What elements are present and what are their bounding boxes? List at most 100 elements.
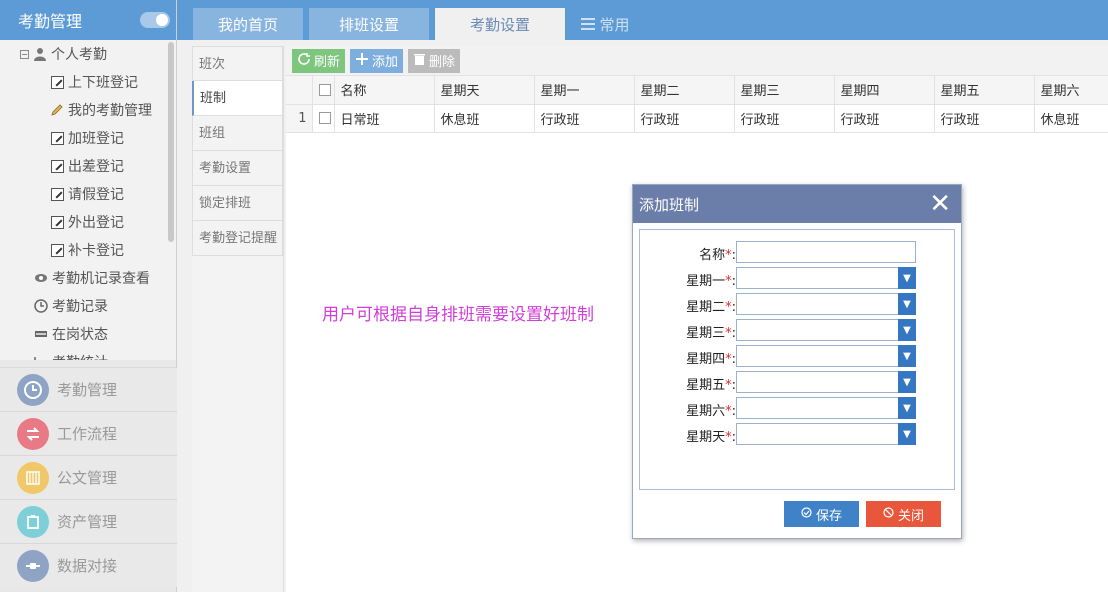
- table-cell: 休息班: [1034, 104, 1108, 133]
- column-header[interactable]: 星期三: [734, 76, 835, 105]
- column-header[interactable]: 名称: [334, 76, 435, 105]
- monday-select[interactable]: ▼: [736, 267, 916, 289]
- chevron-down-icon[interactable]: ▼: [898, 371, 916, 393]
- form-row-wednesday: 星期三*: ▼: [640, 319, 956, 341]
- sidebar-toggle[interactable]: [140, 12, 170, 28]
- column-header[interactable]: 星期六: [1034, 76, 1108, 105]
- wednesday-select[interactable]: ▼: [736, 319, 916, 341]
- settings-menu: 班次 班制 班组 考勤设置 锁定排班 考勤登记提醒: [192, 46, 284, 592]
- delete-button[interactable]: 删除: [408, 48, 461, 73]
- module-label: 工作流程: [57, 425, 118, 443]
- module-documents[interactable]: 公文管理: [0, 455, 177, 499]
- tree-item-label: 上下班登记: [68, 75, 138, 91]
- menu-item-shift-system[interactable]: 班制: [192, 81, 283, 116]
- tuesday-select[interactable]: ▼: [736, 293, 916, 315]
- collapse-icon[interactable]: −: [20, 49, 29, 59]
- select-all-checkbox-cell[interactable]: [312, 76, 335, 105]
- chevron-down-icon[interactable]: ▼: [898, 397, 916, 419]
- tree-item-onduty-status[interactable]: 在岗状态: [0, 320, 176, 348]
- menu-item-shift[interactable]: 班次: [192, 46, 283, 81]
- close-icon[interactable]: ✕: [929, 191, 951, 217]
- tree-item-label: 加班登记: [68, 131, 124, 147]
- thursday-select[interactable]: ▼: [736, 345, 916, 367]
- tree-item-attendance-stats[interactable]: 考勤统计: [0, 348, 176, 360]
- tree-item-leave[interactable]: 请假登记: [0, 180, 176, 208]
- tree-item-business-trip[interactable]: 出差登记: [0, 152, 176, 180]
- tree-item-clock-in[interactable]: 上下班登记: [0, 68, 176, 96]
- tab-schedule-settings[interactable]: 排班设置: [309, 8, 429, 40]
- table-cell: 行政班: [734, 104, 835, 133]
- menu-item-shift-group[interactable]: 班组: [192, 116, 283, 151]
- row-checkbox-cell[interactable]: [312, 104, 335, 133]
- edit-icon: [50, 131, 64, 145]
- ban-icon: [883, 506, 894, 522]
- tree-item-label: 外出登记: [68, 215, 124, 231]
- module-workflow[interactable]: 工作流程: [0, 411, 177, 455]
- column-header[interactable]: 星期四: [834, 76, 935, 105]
- field-label: 星期四*:: [686, 352, 736, 367]
- refresh-button[interactable]: 刷新: [292, 48, 346, 73]
- menu-item-attendance-settings[interactable]: 考勤设置: [192, 151, 283, 186]
- module-data-integration[interactable]: 数据对接: [0, 543, 177, 587]
- chart-icon: [34, 355, 48, 360]
- table-header-row: 名称 星期天 星期一 星期二 星期三 星期四 星期五 星期六: [286, 76, 1108, 105]
- tab-home[interactable]: 我的首页: [193, 8, 303, 40]
- chevron-down-icon[interactable]: ▼: [898, 423, 916, 445]
- menu-item-lock-schedule[interactable]: 锁定排班: [192, 186, 283, 221]
- edit-icon: [50, 215, 64, 229]
- rownum-header: [286, 76, 313, 105]
- form-row-monday: 星期一*: ▼: [640, 267, 956, 289]
- friday-select[interactable]: ▼: [736, 371, 916, 393]
- select-all-checkbox[interactable]: [318, 83, 331, 96]
- form-row-name: 名称*:: [640, 241, 956, 263]
- field-label: 星期一*:: [686, 274, 736, 289]
- plus-icon: [355, 52, 369, 70]
- column-header[interactable]: 星期五: [934, 76, 1035, 105]
- add-shift-system-dialog: 添加班制 ✕ 名称*: 星期一*: ▼ 星期二*: ▼ 星期三*: ▼ 星期四*…: [632, 184, 962, 539]
- workflow-icon: [17, 417, 49, 450]
- form-row-friday: 星期五*: ▼: [640, 371, 956, 393]
- row-checkbox[interactable]: [318, 112, 331, 124]
- edit-icon: [50, 75, 64, 89]
- tree-item-machine-records[interactable]: 考勤机记录查看: [0, 264, 176, 292]
- tree-item-label: 出差登记: [68, 159, 124, 175]
- plug-icon: [17, 549, 49, 582]
- tree-node-personal-attendance[interactable]: − 个人考勤: [0, 40, 176, 68]
- table-row[interactable]: 1 日常班 休息班 行政班 行政班 行政班 行政班 行政班 休息班: [286, 104, 1108, 133]
- tree-scrollbar[interactable]: [168, 42, 174, 242]
- form-row-tuesday: 星期二*: ▼: [640, 293, 956, 315]
- list-icon: [580, 9, 596, 43]
- save-button[interactable]: 保存: [784, 501, 859, 527]
- tree-item-overtime[interactable]: 加班登记: [0, 124, 176, 152]
- menu-item-reminder[interactable]: 考勤登记提醒: [192, 221, 283, 256]
- tree-item-my-attendance[interactable]: 我的考勤管理: [0, 96, 176, 124]
- form-row-saturday: 星期六*: ▼: [640, 397, 956, 419]
- tab-common[interactable]: 常用: [575, 8, 635, 40]
- tab-attendance-settings[interactable]: 考勤设置: [435, 8, 565, 40]
- chevron-down-icon[interactable]: ▼: [898, 345, 916, 367]
- sunday-select[interactable]: ▼: [736, 423, 916, 445]
- clock-icon: [17, 373, 49, 406]
- column-header[interactable]: 星期二: [634, 76, 735, 105]
- dialog-header: 添加班制 ✕: [633, 185, 961, 223]
- tree-item-card-makeup[interactable]: 补卡登记: [0, 236, 176, 264]
- add-label: 添加: [372, 55, 399, 70]
- chevron-down-icon[interactable]: ▼: [898, 293, 916, 315]
- add-button[interactable]: 添加: [350, 48, 404, 73]
- name-input[interactable]: [736, 241, 916, 263]
- tree-item-label: 请假登记: [68, 187, 124, 203]
- saturday-select[interactable]: ▼: [736, 397, 916, 419]
- column-header[interactable]: 星期天: [434, 76, 535, 105]
- check-circle-icon: [801, 506, 812, 522]
- tree-item-attendance-records[interactable]: 考勤记录: [0, 292, 176, 320]
- chevron-down-icon[interactable]: ▼: [898, 267, 916, 289]
- close-button[interactable]: 关闭: [866, 501, 941, 527]
- module-label: 数据对接: [57, 557, 118, 575]
- module-assets[interactable]: 资产管理: [0, 499, 177, 543]
- column-header[interactable]: 星期一: [534, 76, 635, 105]
- module-attendance[interactable]: 考勤管理: [0, 367, 177, 411]
- tree-item-outing[interactable]: 外出登记: [0, 208, 176, 236]
- chevron-down-icon[interactable]: ▼: [898, 319, 916, 341]
- status-bar-icon: [34, 327, 48, 341]
- table-cell: 日常班: [334, 104, 435, 133]
